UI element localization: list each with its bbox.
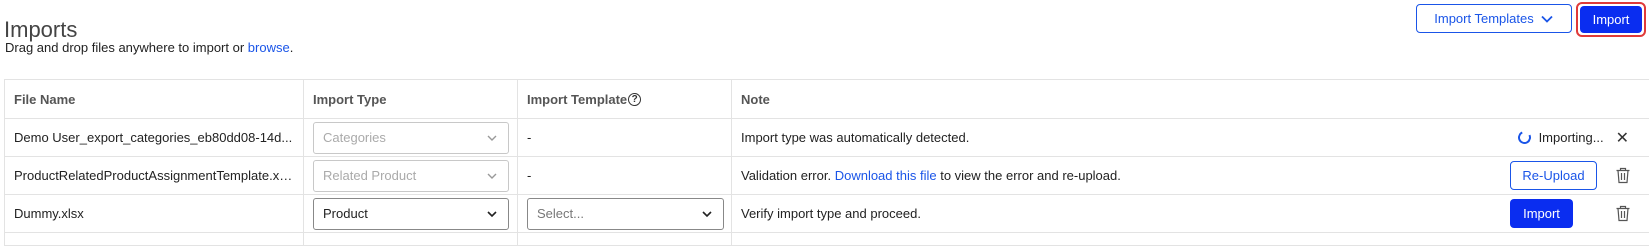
note-cell: Import type was automatically detected. … (731, 118, 1649, 157)
column-header-import-template: Import Template? (517, 79, 732, 119)
row-actions: Import (1510, 196, 1649, 232)
import-type-select: Categories (313, 121, 509, 154)
chevron-down-icon (702, 210, 712, 217)
chevron-down-icon (487, 210, 497, 217)
note-cell: Validation error. Download this file to … (731, 156, 1649, 195)
partial-cell (517, 232, 732, 246)
import-type-select[interactable]: Product (313, 197, 509, 230)
spinner-icon (1515, 129, 1533, 146)
partial-cell (303, 232, 518, 246)
download-file-link[interactable]: Download this file (835, 168, 937, 183)
subtitle-suffix: . (289, 40, 294, 55)
import-template-cell: Select... (517, 194, 732, 233)
file-name-cell: Demo User_export_categories_eb80dd08-14d… (4, 118, 304, 157)
import-templates-button[interactable]: Import Templates (1416, 4, 1572, 33)
table-row: Demo User_export_categories_eb80dd08-14d… (4, 118, 1649, 157)
page-subtitle: Drag and drop files anywhere to import o… (5, 40, 293, 55)
import-type-cell: Product (303, 194, 518, 233)
file-name-cell: ProductRelatedProductAssignmentTemplate.… (4, 156, 304, 195)
table-header-row: File Name Import Type Import Template? N… (4, 79, 1649, 119)
column-header-import-template-label: Import Template (527, 91, 628, 107)
import-type-value: Categories (323, 130, 386, 145)
import-templates-label: Import Templates (1434, 11, 1534, 26)
help-circle-icon[interactable]: ? (628, 92, 642, 106)
import-template-cell: - (517, 118, 732, 157)
note-text: Import type was automatically detected. (741, 130, 970, 145)
imports-table: File Name Import Type Import Template? N… (4, 79, 1649, 246)
row-import-button[interactable]: Import (1510, 199, 1573, 228)
partial-cell (731, 232, 1649, 246)
table-row-partial (4, 232, 1649, 246)
importing-label: Importing... (1538, 130, 1604, 145)
import-type-select: Related Product (313, 159, 509, 192)
table-row: Dummy.xlsx Product Select... Verify impo… (4, 194, 1649, 233)
browse-link[interactable]: browse (248, 40, 290, 55)
import-type-cell: Categories (303, 118, 518, 157)
partial-cell (4, 232, 304, 246)
chevron-down-icon (1541, 15, 1553, 23)
file-name-cell: Dummy.xlsx (4, 194, 304, 233)
note-cell: Verify import type and proceed. Import (731, 194, 1649, 233)
table-row: ProductRelatedProductAssignmentTemplate.… (4, 156, 1649, 195)
row-actions: Re-Upload (1510, 158, 1649, 194)
chevron-down-icon (487, 173, 497, 179)
import-type-value: Product (323, 206, 368, 221)
column-header-import-type: Import Type (303, 79, 518, 119)
row-actions: Importing... ✕ (1515, 120, 1649, 156)
note-text-suffix: to view the error and re-upload. (936, 168, 1121, 183)
note-text: Verify import type and proceed. (741, 206, 921, 221)
import-button-highlight: Import (1576, 2, 1646, 37)
page-title: Imports (4, 16, 78, 42)
column-header-note: Note (731, 79, 1649, 119)
import-button[interactable]: Import (1580, 6, 1642, 33)
importing-status: Importing... (1515, 129, 1604, 146)
import-template-select[interactable]: Select... (527, 197, 724, 230)
close-icon[interactable]: ✕ (1616, 128, 1629, 148)
import-template-placeholder: Select... (537, 206, 584, 221)
trash-icon[interactable] (1615, 167, 1631, 184)
import-template-cell: - (517, 156, 732, 195)
chevron-down-icon (487, 135, 497, 141)
column-header-file-name: File Name (4, 79, 304, 119)
note-text: Validation error. (741, 168, 835, 183)
re-upload-button[interactable]: Re-Upload (1510, 161, 1597, 190)
subtitle-text: Drag and drop files anywhere to import o… (5, 40, 248, 55)
import-type-cell: Related Product (303, 156, 518, 195)
trash-icon[interactable] (1615, 205, 1631, 222)
import-type-value: Related Product (323, 168, 417, 183)
